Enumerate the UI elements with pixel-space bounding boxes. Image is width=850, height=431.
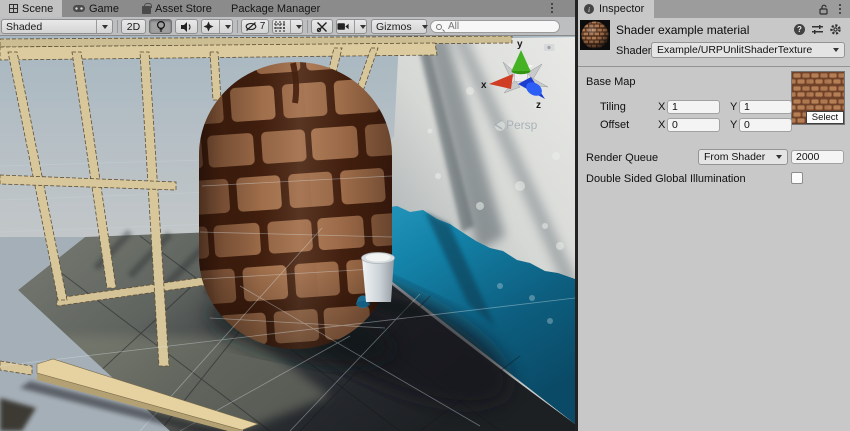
axis-x-label: x	[481, 80, 487, 91]
gizmos-dropdown[interactable]: Gizmos	[371, 19, 427, 34]
shading-mode-label: Shaded	[6, 21, 91, 33]
axis-y-label: y	[517, 39, 523, 50]
axis-z-label: z	[536, 100, 541, 111]
projection-label[interactable]: Persp	[506, 118, 538, 132]
chevron-down-icon	[422, 25, 428, 29]
chevron-down-icon	[360, 25, 366, 29]
section-separator	[578, 66, 850, 67]
inspector-panel: Inspector	[578, 0, 850, 431]
lighting-toggle-button[interactable]	[149, 19, 172, 34]
render-queue-input[interactable]	[791, 150, 844, 164]
material-name: Shader example material	[616, 23, 749, 37]
camera-dropdown-button[interactable]	[336, 19, 367, 34]
tab-scene-label: Scene	[22, 3, 53, 15]
toggle-2d-label: 2D	[127, 21, 140, 33]
effects-sparkle-icon	[203, 21, 214, 32]
scene-panel: Scene Game Asset Store Package Manager S…	[0, 0, 575, 431]
camera-icon	[337, 22, 349, 31]
tiling-x-input[interactable]	[667, 100, 720, 114]
grid-snapping-dropdown[interactable]	[272, 19, 303, 34]
gear-icon[interactable]	[829, 23, 842, 36]
preset-icon[interactable]	[812, 25, 823, 34]
scene-search-field	[430, 20, 560, 33]
tiling-y-label: Y	[730, 101, 737, 113]
inspector-menu-icon[interactable]	[839, 4, 841, 6]
unity-editor-window: Scene Game Asset Store Package Manager S…	[0, 0, 850, 431]
double-sided-gi-label: Double Sided Global Illumination	[586, 173, 746, 185]
offset-label: Offset	[600, 119, 629, 131]
divider	[117, 20, 118, 33]
double-sided-gi-checkbox[interactable]	[791, 172, 803, 184]
divider	[237, 20, 238, 33]
eye-slash-icon	[245, 21, 258, 32]
chevron-down-icon	[833, 48, 839, 52]
audio-toggle-button[interactable]	[175, 19, 198, 34]
toggle-2d-button[interactable]: 2D	[121, 19, 146, 34]
tab-game-label: Game	[89, 3, 119, 15]
gamepad-icon	[73, 5, 85, 12]
tiling-label: Tiling	[600, 101, 626, 113]
chevron-down-icon	[225, 25, 231, 29]
chevron-down-icon	[776, 155, 782, 159]
divider	[96, 20, 97, 33]
help-icon[interactable]	[794, 24, 805, 35]
render-queue-dropdown[interactable]: From Shader	[698, 149, 788, 165]
hidden-objects-button[interactable]: 7	[241, 19, 269, 34]
tab-game[interactable]: Game	[64, 0, 128, 17]
shading-mode-dropdown[interactable]: Shaded	[1, 19, 113, 34]
scene-tabbar-menu-icon[interactable]	[551, 3, 553, 5]
tab-asset-store-label: Asset Store	[155, 3, 212, 15]
shader-label: Shader	[616, 45, 651, 57]
base-map-section-label: Base Map	[586, 76, 636, 88]
lightbulb-icon	[155, 20, 167, 33]
effects-dropdown-button[interactable]	[201, 19, 233, 34]
offset-y-input[interactable]	[739, 118, 792, 132]
tab-inspector[interactable]: Inspector	[578, 0, 654, 18]
render-queue-label: Render Queue	[586, 152, 658, 164]
search-input[interactable]	[446, 20, 554, 33]
base-map-texture-thumbnail[interactable]: Select	[791, 71, 845, 125]
shopping-bag-icon	[142, 6, 151, 14]
tab-package-manager[interactable]: Package Manager	[222, 0, 329, 17]
tab-scene[interactable]: Scene	[0, 0, 62, 17]
scene-toolbar: Shaded 2D	[0, 17, 575, 36]
tiling-y-input[interactable]	[739, 100, 792, 114]
divider	[354, 20, 355, 33]
offset-x-label: X	[658, 119, 665, 131]
tab-package-manager-label: Package Manager	[231, 3, 320, 15]
scene-tabbar: Scene Game Asset Store Package Manager	[0, 0, 575, 17]
render-queue-dropdown-value: From Shader	[704, 151, 765, 163]
editor-tools-button[interactable]	[311, 19, 333, 34]
shader-dropdown[interactable]: Example/URPUnlitShaderTexture	[651, 42, 845, 58]
divider	[307, 20, 308, 33]
lock-icon[interactable]	[818, 4, 829, 15]
tab-asset-store[interactable]: Asset Store	[133, 0, 221, 17]
tab-inspector-label: Inspector	[599, 3, 644, 15]
offset-y-label: Y	[730, 119, 737, 131]
offset-x-input[interactable]	[667, 118, 720, 132]
info-icon	[584, 4, 594, 14]
speaker-icon	[180, 21, 193, 33]
inspector-tabbar: Inspector	[578, 0, 850, 18]
grid-icon	[274, 21, 285, 32]
tools-icon	[316, 21, 328, 33]
gizmos-label: Gizmos	[376, 21, 412, 33]
chevron-down-icon	[102, 25, 108, 29]
search-icon	[436, 24, 442, 30]
viewport-corner-icon	[544, 44, 555, 51]
scene-grid-icon	[9, 4, 18, 13]
material-preview-sphere[interactable]	[580, 20, 610, 50]
texture-select-button[interactable]: Select	[806, 111, 844, 124]
divider	[290, 20, 291, 33]
hidden-objects-count: 7	[260, 21, 266, 32]
chevron-down-icon	[296, 25, 302, 29]
scene-viewport[interactable]: y x z Persp	[0, 36, 575, 431]
divider	[219, 20, 220, 33]
shader-dropdown-value: Example/URPUnlitShaderTexture	[657, 44, 812, 56]
tiling-x-label: X	[658, 101, 665, 113]
